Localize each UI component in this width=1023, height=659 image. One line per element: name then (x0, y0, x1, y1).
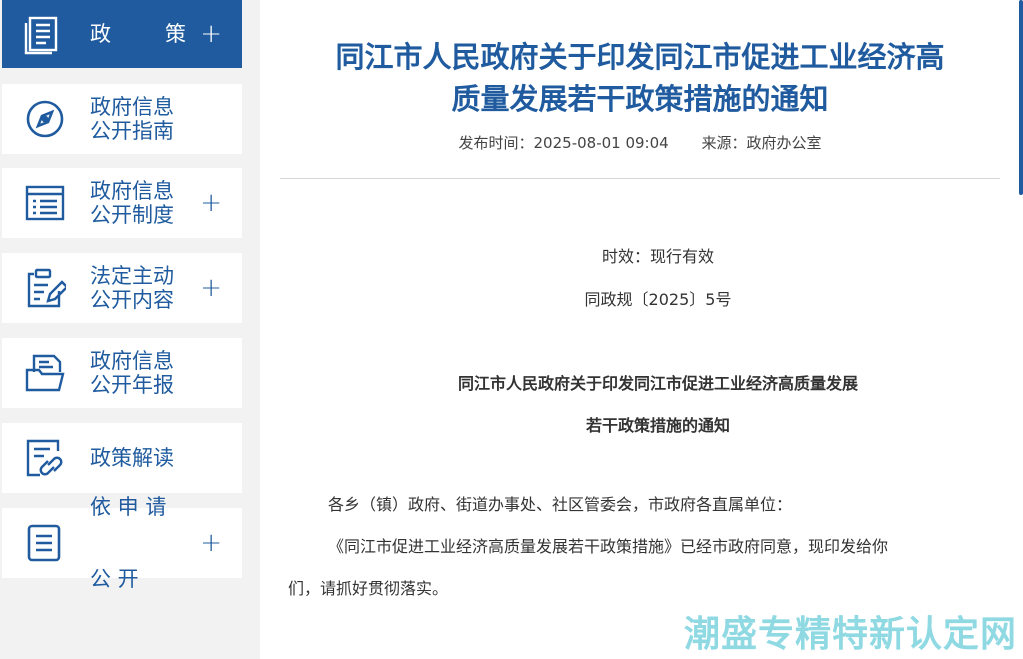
expand-icon[interactable]: + (200, 190, 222, 216)
sidebar-item-annual-report[interactable]: 政府信息 公开年报 (2, 338, 242, 408)
sidebar-item-label: 政府信息 公开指南 (90, 95, 174, 143)
publish-time: 发布时间：2025-08-01 09:04 (458, 134, 669, 152)
article-subtitle-line1: 同江市人民政府关于印发同江市促进工业经济高质量发展 (457, 374, 858, 393)
clipboard-edit-icon (27, 268, 66, 308)
document-number: 同政规〔2025〕5号 (584, 290, 732, 309)
folder-document-icon (25, 354, 65, 392)
body-paragraph-line1: 《同江市促进工业经济高质量发展若干政策措施》已经市政府同意，现印发给你 (328, 537, 889, 556)
sidebar-item-label: 依 申 请 公 开 (90, 495, 167, 591)
document-lines-icon (27, 524, 61, 562)
page-title: 同江市人民政府关于印发同江市促进工业经济高 质量发展若干政策措施的通知 (335, 40, 945, 116)
compass-icon (26, 100, 64, 138)
divider (280, 178, 1000, 179)
document-link-icon (26, 439, 63, 477)
sidebar-item-label: 政策 (90, 22, 186, 46)
sidebar-item-disclosure-system[interactable]: 政府信息 公开制度 + (2, 168, 242, 238)
expand-icon[interactable]: + (200, 275, 222, 301)
article-subtitle-line2: 若干政策措施的通知 (585, 416, 730, 435)
sidebar-item-label: 政府信息 公开制度 (90, 179, 174, 227)
article-meta: 发布时间：2025-08-01 09:04 来源：政府办公室 (280, 132, 1000, 153)
document-stack-icon (24, 16, 58, 55)
sidebar-item-disclosure-guide[interactable]: 政府信息 公开指南 (2, 84, 242, 154)
expand-icon[interactable]: + (200, 21, 222, 47)
scrollbar[interactable] (1019, 0, 1023, 195)
recipients-paragraph: 各乡（镇）政府、街道办事处、社区管委会，市政府各直属单位： (328, 495, 793, 514)
list-icon (25, 185, 65, 221)
expand-icon[interactable]: + (200, 530, 222, 556)
article-content: 同江市人民政府关于印发同江市促进工业经济高 质量发展若干政策措施的通知 发布时间… (260, 0, 1023, 659)
article-source: 来源：政府办公室 (701, 134, 822, 152)
watermark: 潮盛专精特新认定网 (683, 614, 1017, 655)
validity-status: 时效：现行有效 (601, 247, 714, 266)
sidebar-item-statutory-disclosure[interactable]: 法定主动 公开内容 + (2, 253, 242, 323)
sidebar-item-label: 法定主动 公开内容 (90, 264, 174, 312)
sidebar-item-label: 政府信息 公开年报 (90, 349, 174, 397)
sidebar-item-policy[interactable]: 政策 + (2, 0, 242, 68)
body-paragraph-line2: 们，请抓好贯彻落实。 (288, 579, 449, 598)
sidebar-item-application-disclosure[interactable]: 依 申 请 公 开 + (2, 495, 242, 591)
